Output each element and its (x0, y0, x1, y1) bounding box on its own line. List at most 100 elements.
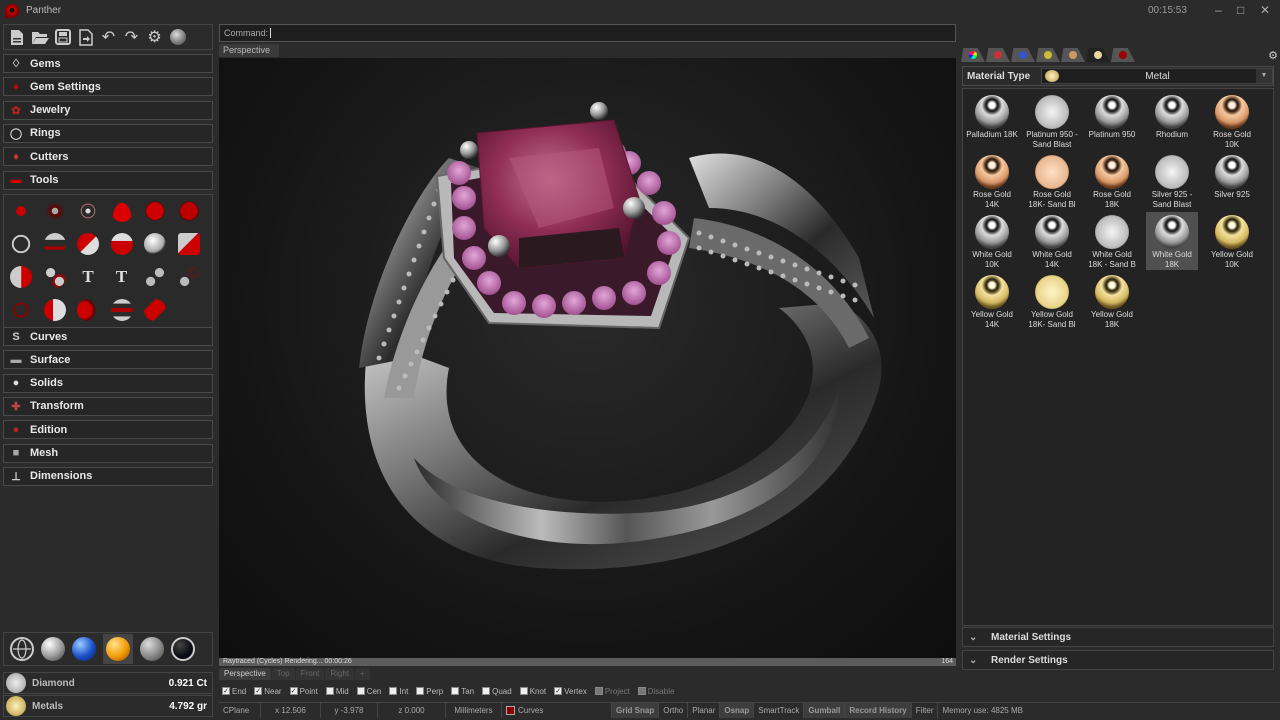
flow-surface-tool-icon[interactable] (9, 265, 33, 289)
material-rose-gold-18k-sand-bl[interactable]: Rose Gold 18K- Sand Bl (1026, 152, 1078, 210)
material-white-gold-18k-sand-b[interactable]: White Gold 18K - Sand B (1086, 212, 1138, 270)
red-gem-tab-icon[interactable] (986, 48, 1010, 62)
toggle-record-history[interactable]: Record History (845, 703, 912, 718)
sidebar-item-edition[interactable]: ● Edition (3, 420, 213, 440)
sidebar-item-jewelry[interactable]: ✿ Jewelry (3, 100, 213, 120)
osnap-mid[interactable]: Mid (325, 687, 349, 696)
checkbox[interactable]: ✓ (222, 687, 230, 695)
material-yellow-gold-14k[interactable]: Yellow Gold 14K (966, 272, 1018, 330)
sidebar-item-surface[interactable]: ▬ Surface (3, 350, 213, 370)
osnap-vertex[interactable]: ✓ Vertex (554, 687, 587, 696)
minimize-icon[interactable]: – (1215, 3, 1222, 17)
dark-mode-icon[interactable] (171, 637, 195, 661)
checkbox[interactable] (356, 687, 365, 695)
striped-sphere-tool-icon[interactable] (177, 199, 201, 223)
osnap-disable[interactable]: Disable (637, 687, 674, 696)
text-tool-icon[interactable]: T (110, 265, 134, 289)
material-white-gold-18k[interactable]: White Gold 18K (1146, 212, 1198, 270)
wireframe-mode-icon[interactable] (10, 637, 34, 661)
tab-add[interactable]: + (355, 668, 370, 680)
tab-top[interactable]: Top (271, 668, 295, 680)
open-folder-icon[interactable] (29, 27, 50, 48)
sidebar-item-mesh[interactable]: ■ Mesh (3, 443, 213, 463)
halo-circle-tool-icon[interactable] (76, 199, 100, 223)
sidebar-item-tools[interactable]: ▬ Tools (3, 170, 213, 190)
checkbox[interactable] (416, 687, 425, 695)
material-rhodium[interactable]: Rhodium (1146, 92, 1198, 150)
sidebar-item-rings[interactable]: ◯ Rings (3, 123, 213, 143)
sidebar-item-cutters[interactable]: ♦ Cutters (3, 147, 213, 167)
material-rose-gold-10k[interactable]: Rose Gold 10K (1206, 92, 1258, 150)
grid-sphere-tool-icon[interactable] (143, 199, 167, 223)
brush-tab-icon[interactable] (1061, 48, 1085, 62)
tab-front[interactable]: Front (295, 668, 325, 680)
red-block-tool-icon[interactable] (143, 298, 167, 322)
checkbox[interactable] (389, 687, 398, 695)
material-type-select[interactable]: Metal ▼ (1041, 68, 1273, 84)
material-yellow-gold-10k[interactable]: Yellow Gold 10K (1206, 212, 1258, 270)
checkbox[interactable] (519, 687, 528, 695)
half-dome-tool-icon[interactable] (76, 298, 100, 322)
tab-perspective[interactable]: Perspective (219, 668, 271, 680)
checkbox[interactable] (325, 687, 334, 695)
dotted-ring-tool-icon[interactable] (9, 298, 33, 322)
box-tool-icon[interactable] (43, 298, 67, 322)
undo-icon[interactable]: ↶ (98, 27, 119, 48)
material-settings-section[interactable]: ⌄ Material Settings (962, 627, 1274, 647)
maximize-icon[interactable]: □ (1237, 3, 1244, 17)
checkbox[interactable] (637, 687, 646, 695)
material-silver-925-sand-blast[interactable]: Silver 925 - Sand Blast (1146, 152, 1198, 210)
wave-tool-icon[interactable] (110, 298, 134, 322)
render-sphere-icon[interactable] (167, 27, 188, 48)
shaded-mode-icon[interactable] (41, 637, 65, 661)
osnap-project[interactable]: Project (594, 687, 630, 696)
close-icon[interactable]: ✕ (1260, 3, 1270, 17)
toggle-osnap[interactable]: Osnap (720, 703, 755, 718)
toggle-smarttrack[interactable]: SmartTrack (754, 703, 805, 718)
sphere-tool-icon[interactable] (143, 232, 167, 256)
gem-array-tool-icon[interactable] (177, 265, 201, 289)
block-tool-icon[interactable] (177, 232, 201, 256)
material-palladium-18k[interactable]: Palladium 18K (966, 92, 1018, 150)
osnap-int[interactable]: Int (389, 687, 408, 696)
material-rose-gold-18k[interactable]: Rose Gold 18K (1086, 152, 1138, 210)
blue-ball-mode-icon[interactable] (72, 637, 96, 661)
osnap-knot[interactable]: Knot (519, 687, 546, 696)
blue-potion-tab-icon[interactable] (1011, 48, 1035, 62)
units-display[interactable]: Millimeters (446, 703, 502, 718)
toggle-grid-snap[interactable]: Grid Snap (612, 703, 660, 718)
panel-settings-gear-icon[interactable]: ⚙ (1268, 49, 1278, 62)
material-platinum-950-sand-blast[interactable]: Platinum 950 - Sand Blast (1026, 92, 1078, 150)
sidebar-item-solids[interactable]: ● Solids (3, 373, 213, 393)
dome-tool-icon[interactable] (110, 199, 134, 223)
material-white-gold-14k[interactable]: White Gold 14K (1026, 212, 1078, 270)
osnap-near[interactable]: ✓ Near (254, 687, 282, 696)
osnap-quad[interactable]: Quad (482, 687, 512, 696)
save-icon[interactable] (52, 27, 73, 48)
toggle-planar[interactable]: Planar (688, 703, 721, 718)
ring-size-tool-icon[interactable] (9, 232, 33, 256)
red-sphere-tab-icon[interactable] (1111, 48, 1135, 62)
checkbox[interactable] (451, 687, 460, 695)
checkbox[interactable] (594, 687, 603, 695)
osnap-point[interactable]: ✓ Point (289, 687, 318, 696)
duplicate-gems-tool-icon[interactable] (143, 265, 167, 289)
tab-right[interactable]: Right (325, 668, 355, 680)
prong-grid-tool-icon[interactable] (43, 199, 67, 223)
folder-tab-icon[interactable] (1036, 48, 1060, 62)
curve-bend-tool-icon[interactable] (43, 232, 67, 256)
material-rose-gold-14k[interactable]: Rose Gold 14K (966, 152, 1018, 210)
osnap-end[interactable]: ✓ End (222, 687, 246, 696)
toggle-gumball[interactable]: Gumball (804, 703, 846, 718)
toggle-filter[interactable]: Filter (912, 703, 939, 718)
bezel-tool-icon[interactable] (110, 232, 134, 256)
material-white-gold-10k[interactable]: White Gold 10K (966, 212, 1018, 270)
sidebar-item-transform[interactable]: ✚ Transform (3, 396, 213, 416)
shank-profile-tool-icon[interactable] (76, 232, 100, 256)
sidebar-item-curves[interactable]: S Curves (3, 327, 213, 346)
perspective-viewport[interactable] (219, 58, 956, 658)
checkbox[interactable]: ✓ (554, 687, 563, 695)
text-3d-tool-icon[interactable]: T (76, 265, 100, 289)
osnap-tan[interactable]: Tan (451, 687, 474, 696)
command-line[interactable]: Command: (219, 24, 956, 42)
